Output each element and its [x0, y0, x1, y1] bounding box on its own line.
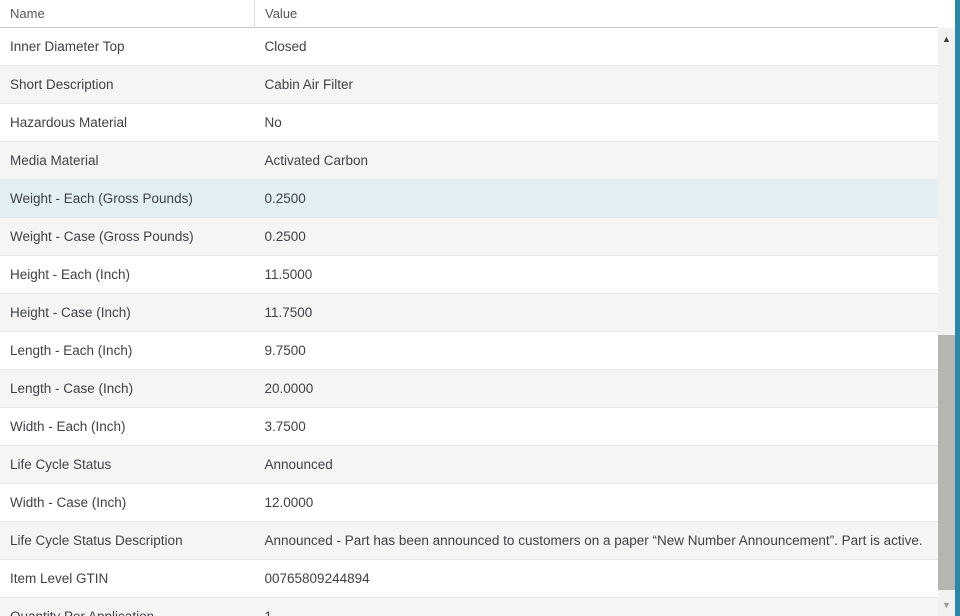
row-value-cell: 11.7500 [255, 294, 939, 332]
table-row[interactable]: Quantity Per Application1 [0, 598, 938, 616]
table-row[interactable]: Height - Each (Inch)11.5000 [0, 256, 938, 294]
scroll-down-arrow-icon: ▼ [942, 600, 951, 610]
table-row[interactable]: Item Level GTIN00765809244894 [0, 560, 938, 598]
scrollbar-thumb[interactable] [938, 335, 955, 590]
row-name-cell: Weight - Case (Gross Pounds) [0, 218, 255, 256]
table-row[interactable]: Length - Case (Inch)20.0000 [0, 370, 938, 408]
row-name-cell: Height - Case (Inch) [0, 294, 255, 332]
row-name-cell: Inner Diameter Top [0, 28, 255, 66]
row-name-cell: Width - Each (Inch) [0, 408, 255, 446]
spec-table-page: Name Value Inner Diameter TopClosedShort… [0, 0, 960, 616]
table-row[interactable]: Inner Diameter TopClosed [0, 28, 938, 66]
row-value-cell: Announced [255, 446, 939, 484]
vertical-scrollbar[interactable]: ▲ ▼ [938, 28, 955, 616]
row-value-cell: 1 [255, 598, 939, 616]
row-name-cell: Life Cycle Status Description [0, 522, 255, 560]
row-value-cell: 00765809244894 [255, 560, 939, 598]
row-value-cell: Closed [255, 28, 939, 66]
table-row[interactable]: Life Cycle StatusAnnounced [0, 446, 938, 484]
column-header-name: Name [0, 0, 255, 28]
row-value-cell: Activated Carbon [255, 142, 939, 180]
spec-table: Name Value Inner Diameter TopClosedShort… [0, 0, 938, 616]
table-row[interactable]: Weight - Case (Gross Pounds)0.2500 [0, 218, 938, 256]
table-row[interactable]: Hazardous MaterialNo [0, 104, 938, 142]
row-value-cell: Announced - Part has been announced to c… [255, 522, 939, 560]
row-value-cell: 9.7500 [255, 332, 939, 370]
row-name-cell: Short Description [0, 66, 255, 104]
row-name-cell: Length - Each (Inch) [0, 332, 255, 370]
table-row[interactable]: Media MaterialActivated Carbon [0, 142, 938, 180]
scroll-up-button[interactable]: ▲ [938, 30, 955, 48]
row-value-cell: 0.2500 [255, 218, 939, 256]
column-header-value: Value [255, 0, 939, 28]
table-row[interactable]: Width - Case (Inch)12.0000 [0, 484, 938, 522]
scroll-down-button[interactable]: ▼ [938, 596, 955, 614]
scroll-up-arrow-icon: ▲ [942, 34, 951, 44]
row-value-cell: 3.7500 [255, 408, 939, 446]
table-header: Name Value [0, 0, 938, 28]
row-name-cell: Item Level GTIN [0, 560, 255, 598]
row-value-cell: 0.2500 [255, 180, 939, 218]
table-row[interactable]: Width - Each (Inch)3.7500 [0, 408, 938, 446]
row-name-cell: Media Material [0, 142, 255, 180]
accent-edge-bar [955, 0, 960, 616]
row-name-cell: Height - Each (Inch) [0, 256, 255, 294]
row-value-cell: 12.0000 [255, 484, 939, 522]
row-value-cell: 20.0000 [255, 370, 939, 408]
row-name-cell: Weight - Each (Gross Pounds) [0, 180, 255, 218]
row-name-cell: Quantity Per Application [0, 598, 255, 616]
row-name-cell: Length - Case (Inch) [0, 370, 255, 408]
row-value-cell: Cabin Air Filter [255, 66, 939, 104]
row-name-cell: Life Cycle Status [0, 446, 255, 484]
table-row[interactable]: Life Cycle Status DescriptionAnnounced -… [0, 522, 938, 560]
row-name-cell: Hazardous Material [0, 104, 255, 142]
row-value-cell: 11.5000 [255, 256, 939, 294]
table-row[interactable]: Length - Each (Inch)9.7500 [0, 332, 938, 370]
header-row: Name Value [0, 0, 938, 28]
row-value-cell: No [255, 104, 939, 142]
row-name-cell: Width - Case (Inch) [0, 484, 255, 522]
table-row[interactable]: Weight - Each (Gross Pounds)0.2500 [0, 180, 938, 218]
table-row[interactable]: Short DescriptionCabin Air Filter [0, 66, 938, 104]
table-body: Inner Diameter TopClosedShort Descriptio… [0, 28, 938, 616]
table-row[interactable]: Height - Case (Inch)11.7500 [0, 294, 938, 332]
